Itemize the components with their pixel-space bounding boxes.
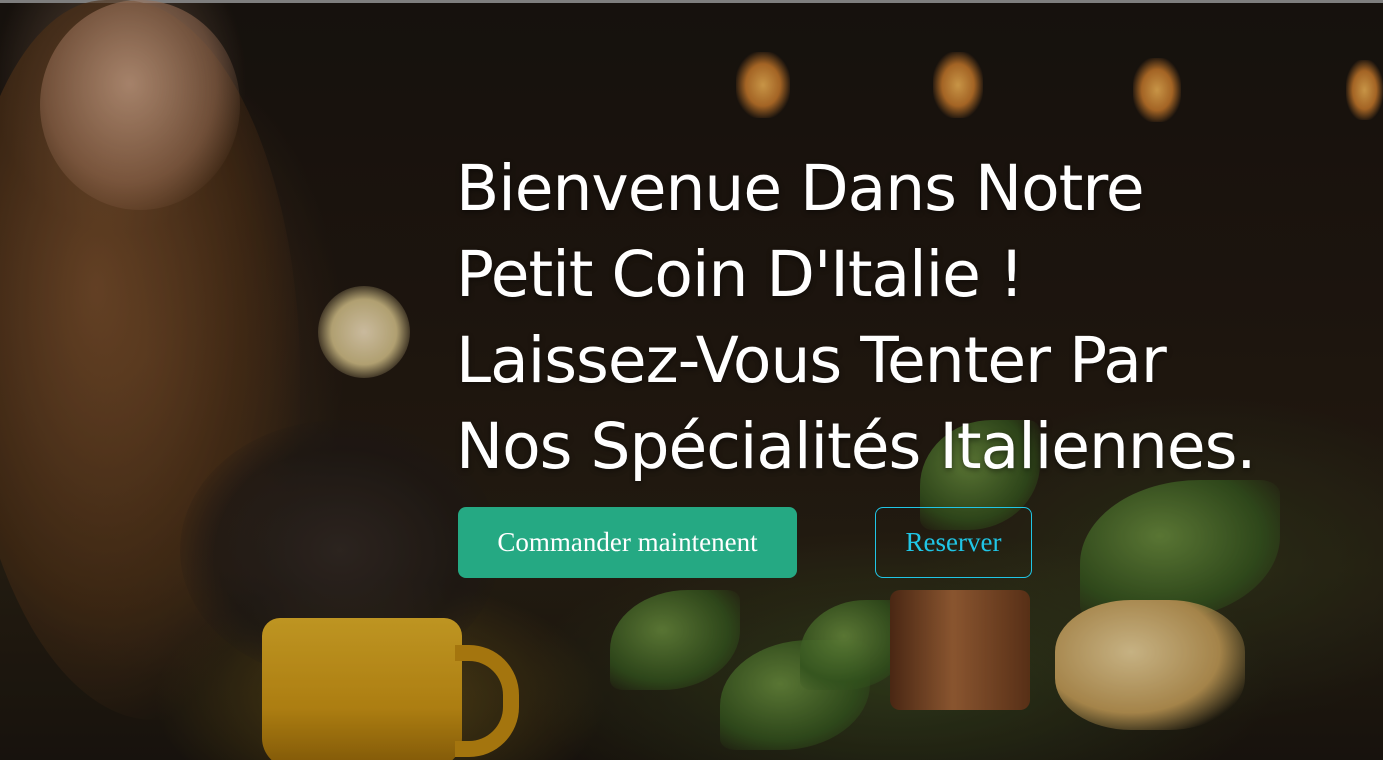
headline-line: Nos Spécialités Italiennes. (456, 410, 1256, 483)
order-now-button[interactable]: Commander maintenent (458, 507, 797, 578)
hero-section: Bienvenue Dans Notre Petit Coin D'Italie… (0, 0, 1383, 760)
reserve-button[interactable]: Reserver (875, 507, 1032, 578)
hero-headline: Bienvenue Dans Notre Petit Coin D'Italie… (456, 146, 1376, 490)
headline-line: Laissez-Vous Tenter Par (456, 324, 1167, 397)
headline-line: Petit Coin D'Italie ! (456, 238, 1024, 311)
headline-line: Bienvenue Dans Notre (456, 152, 1145, 225)
